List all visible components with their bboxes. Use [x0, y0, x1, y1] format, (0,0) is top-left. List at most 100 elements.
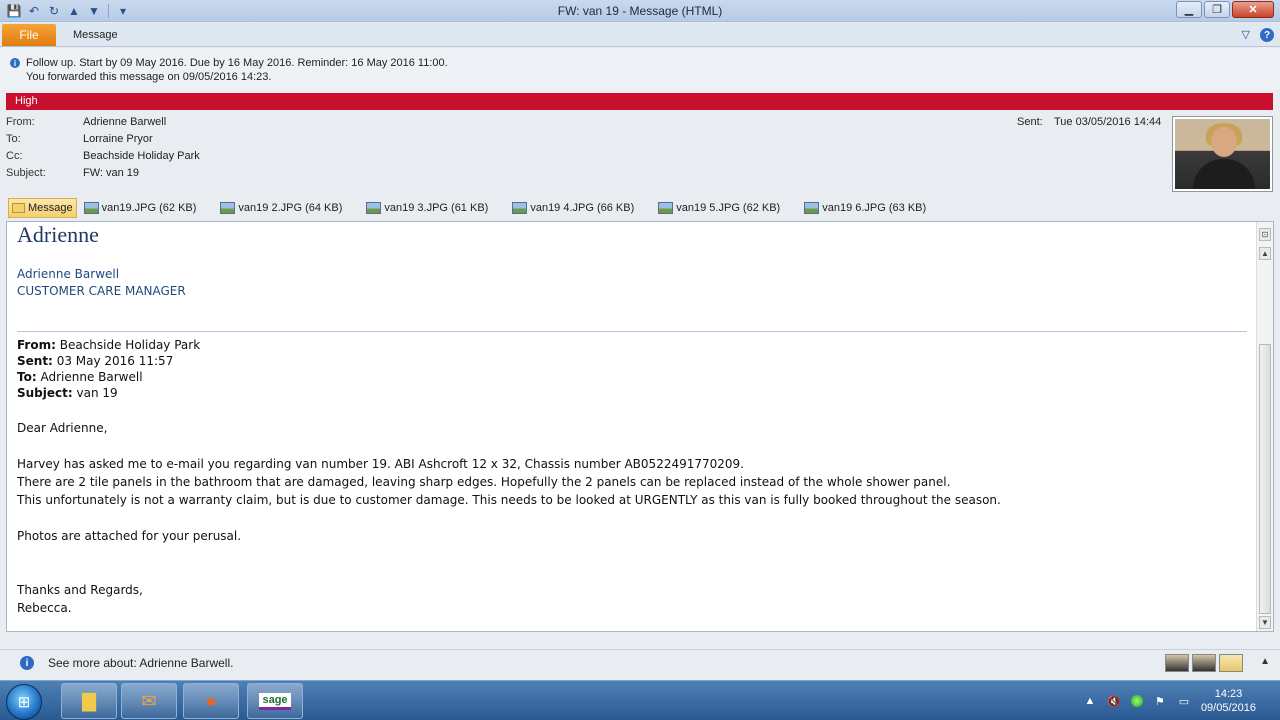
fwd-from-value: Beachside Holiday Park: [59, 338, 201, 352]
image-file-icon: [220, 202, 236, 214]
message-tab-button[interactable]: Message: [8, 198, 77, 218]
message-header: From: Adrienne Barwell To: Lorraine Pryor …: [0, 112, 1280, 196]
fwd-sent-line: Sent: 03 May 2016 11:57: [17, 354, 173, 368]
ribbon-right-controls: ▽ ?: [1242, 28, 1274, 42]
scrollbar-thumb[interactable]: [1259, 344, 1271, 614]
avatar[interactable]: [1165, 654, 1189, 672]
title-bar: 💾 ↶ ↻ ▲ ▼ ▾ FW: van 19 - Message (HTML) …: [0, 0, 1280, 22]
tab-message[interactable]: Message: [73, 29, 118, 41]
priority-bar: High: [6, 93, 1273, 110]
cc-row: Cc: Beachside Holiday Park: [6, 150, 200, 162]
window-title: FW: van 19 - Message (HTML): [557, 4, 723, 18]
paragraph-4: Photos are attached for your perusal.: [17, 529, 242, 543]
attachment-item[interactable]: van19.JPG (62 KB): [81, 198, 200, 218]
sage-icon: sage: [259, 692, 291, 710]
scroll-up-icon[interactable]: ▲: [1259, 247, 1271, 260]
network-icon[interactable]: ▭: [1177, 694, 1191, 708]
scroll-down-icon[interactable]: ▼: [1259, 616, 1271, 629]
minimize-button[interactable]: ▁: [1176, 1, 1202, 18]
info-icon: i: [20, 656, 34, 670]
zoom-icon[interactable]: ⊡: [1259, 228, 1271, 241]
attachment-item[interactable]: van19 3.JPG (61 KB): [363, 198, 491, 218]
forwarded-text: You forwarded this message on 09/05/2016…: [26, 71, 272, 83]
signature-title: CUSTOMER CARE MANAGER: [17, 284, 186, 298]
image-file-icon: [83, 202, 99, 214]
attachment-label: van19 4.JPG (66 KB): [530, 202, 635, 214]
fwd-sent-value: 03 May 2016 11:57: [56, 354, 174, 368]
image-file-icon: [658, 202, 674, 214]
vertical-scrollbar[interactable]: ⊡ ▲ ▼: [1256, 222, 1273, 631]
help-icon[interactable]: ?: [1260, 28, 1274, 42]
clock[interactable]: 14:23 09/05/2016: [1201, 687, 1256, 715]
sent-label: Sent:: [1017, 116, 1043, 128]
to-label: To:: [6, 133, 21, 145]
signature-name: Adrienne Barwell: [17, 267, 120, 281]
signature-first-name: Adrienne: [17, 222, 99, 247]
expand-ribbon-icon[interactable]: ▽: [1242, 28, 1250, 42]
attachment-item[interactable]: van19 6.JPG (63 KB): [801, 198, 929, 218]
envelope-icon: [12, 203, 25, 213]
attachment-bar: Message van19.JPG (62 KB) van19 2.JPG (6…: [0, 197, 1280, 219]
closing: Thanks and Regards,: [17, 583, 143, 597]
attachment-label: van19.JPG (62 KB): [101, 202, 197, 214]
taskbar-explorer[interactable]: ▇: [61, 683, 117, 719]
fwd-subject-label: Subject:: [17, 386, 73, 400]
attachment-item[interactable]: van19 2.JPG (64 KB): [217, 198, 345, 218]
status-icon[interactable]: [1130, 695, 1143, 707]
avatar: [1175, 119, 1270, 189]
message-body[interactable]: Adrienne Adrienne Barwell CUSTOMER CARE …: [6, 221, 1274, 632]
start-button[interactable]: ⊞: [6, 684, 42, 720]
volume-muted-icon[interactable]: 🔇: [1107, 694, 1121, 708]
from-label: From:: [6, 116, 35, 128]
fwd-subject-line: Subject: van 19: [17, 386, 118, 400]
from-row: From: Adrienne Barwell: [6, 116, 166, 128]
attachment-label: van19 6.JPG (63 KB): [822, 202, 927, 214]
from-value[interactable]: Adrienne Barwell: [83, 116, 166, 128]
system-tray: ▲ 🔇 ⚑ ▭ 14:23 09/05/2016: [1083, 681, 1280, 720]
greeting: Dear Adrienne,: [17, 421, 108, 435]
attachment-label: van19 3.JPG (61 KB): [384, 202, 489, 214]
info-bar: i Follow up. Start by 09 May 2016. Due b…: [0, 48, 1280, 90]
image-file-icon: [512, 202, 528, 214]
attachment-item[interactable]: van19 5.JPG (62 KB): [655, 198, 783, 218]
info-icon: i: [10, 58, 20, 68]
taskbar-sage[interactable]: sage: [247, 683, 303, 719]
to-value[interactable]: Lorraine Pryor: [83, 133, 153, 145]
signoff: Rebecca.: [17, 601, 72, 615]
to-row: To: Lorraine Pryor: [6, 133, 153, 145]
sender-photo[interactable]: [1172, 116, 1273, 192]
folder-icon: ▇: [82, 690, 96, 711]
paragraph-3: This unfortunately is not a warranty cla…: [17, 493, 1001, 507]
contact-card-icon[interactable]: [1219, 654, 1243, 672]
fwd-to-label: To:: [17, 370, 37, 384]
taskbar-firefox[interactable]: ●: [183, 683, 239, 719]
show-hidden-icons-icon[interactable]: ▲: [1083, 694, 1097, 708]
fwd-sent-label: Sent:: [17, 354, 53, 368]
expand-people-pane-icon[interactable]: ▲: [1260, 656, 1270, 667]
message-tab-label: Message: [28, 202, 73, 214]
firefox-icon: ●: [205, 690, 217, 711]
tab-file[interactable]: File: [2, 24, 56, 46]
close-button[interactable]: ✕: [1232, 1, 1274, 18]
action-center-icon[interactable]: ⚑: [1153, 694, 1167, 708]
see-more-about[interactable]: See more about: Adrienne Barwell.: [48, 656, 233, 670]
sent-value: Tue 03/05/2016 14:44: [1054, 116, 1162, 128]
avatar[interactable]: [1192, 654, 1216, 672]
fwd-to-line: To: Adrienne Barwell: [17, 370, 143, 384]
cc-label: Cc:: [6, 150, 23, 162]
image-file-icon: [366, 202, 382, 214]
subject-value: FW: van 19: [83, 167, 140, 179]
maximize-button[interactable]: ❐: [1204, 1, 1230, 18]
attachment-label: van19 2.JPG (64 KB): [238, 202, 343, 214]
subject-row: Subject: FW: van 19: [6, 167, 139, 179]
ribbon-tabs: File Message ▽ ?: [0, 23, 1280, 47]
paragraph-2: There are 2 tile panels in the bathroom …: [17, 475, 951, 489]
fwd-from-line: From: Beachside Holiday Park: [17, 338, 200, 352]
attachment-item[interactable]: van19 4.JPG (66 KB): [509, 198, 637, 218]
clock-time: 14:23: [1214, 688, 1243, 700]
window-controls: ▁ ❐ ✕: [1176, 1, 1274, 18]
cc-value[interactable]: Beachside Holiday Park: [83, 150, 200, 162]
taskbar-outlook[interactable]: ✉: [121, 683, 177, 719]
paragraph-1: Harvey has asked me to e-mail you regard…: [17, 457, 744, 471]
fwd-to-value: Adrienne Barwell: [40, 370, 143, 384]
